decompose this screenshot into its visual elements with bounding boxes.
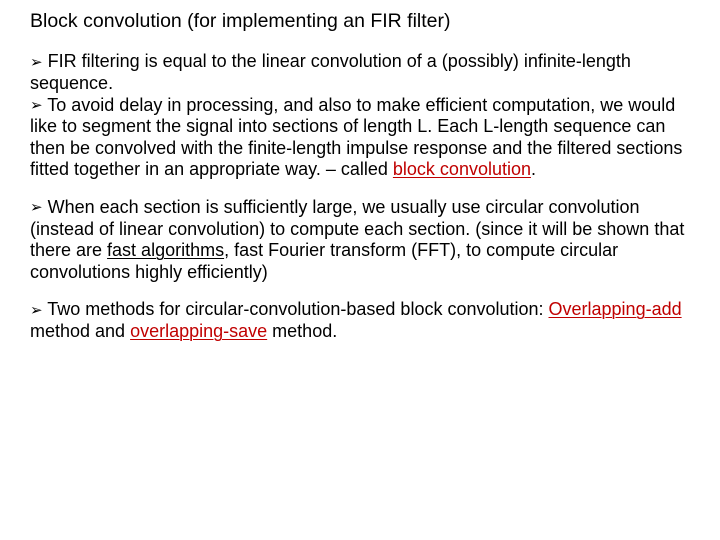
arrow-icon: ➢	[30, 199, 43, 217]
bullet-1-text: FIR filtering is equal to the linear con…	[30, 51, 631, 93]
bullet-2-text-c: .	[531, 159, 536, 179]
bullet-4-text-c: method and	[30, 321, 130, 341]
keyword-overlapping-add: Overlapping-add	[549, 299, 682, 319]
keyword-block-convolution: block convolution	[393, 159, 531, 179]
bullet-2-text-a: To avoid delay in processing, and also t…	[30, 95, 682, 180]
paragraph-2: ➢ When each section is sufficiently larg…	[30, 197, 694, 283]
slide-title: Block convolution (for implementing an F…	[30, 10, 694, 33]
arrow-icon: ➢	[30, 97, 43, 115]
keyword-overlapping-save: overlapping-save	[130, 321, 267, 341]
bullet-4-text-a: Two methods for circular-convolution-bas…	[47, 299, 548, 319]
underline-fast-algorithms: fast algorithms	[107, 240, 224, 260]
arrow-icon: ➢	[30, 54, 43, 72]
paragraph-3: ➢ Two methods for circular-convolution-b…	[30, 299, 694, 342]
bullet-4-text-e: method.	[267, 321, 337, 341]
arrow-icon: ➢	[30, 302, 43, 320]
slide-content: Block convolution (for implementing an F…	[0, 0, 720, 369]
paragraph-1: ➢ FIR filtering is equal to the linear c…	[30, 51, 694, 181]
